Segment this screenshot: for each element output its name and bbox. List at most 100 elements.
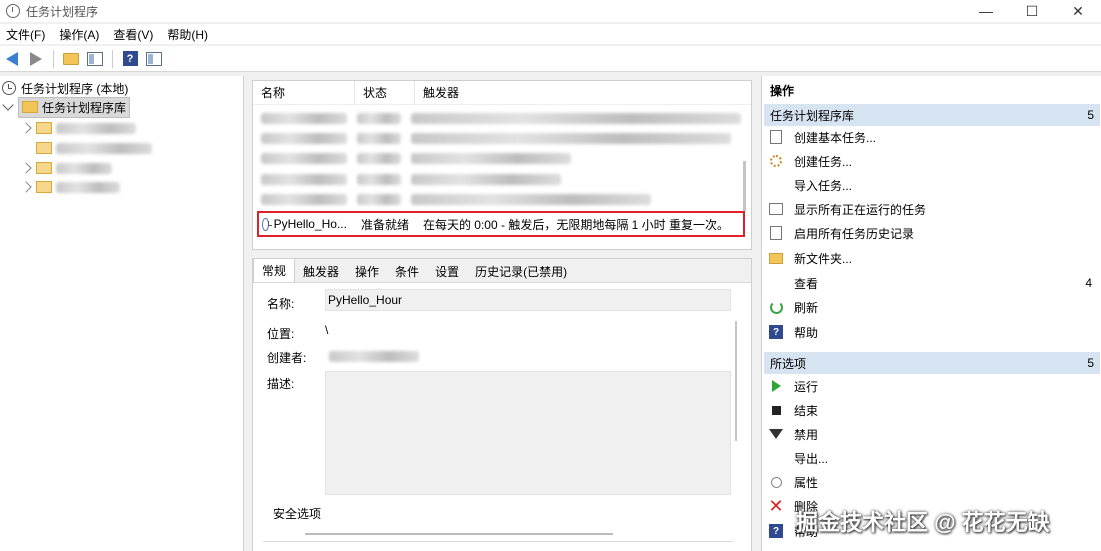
author-label: 创建者: <box>267 351 307 365</box>
tree-item-blurred[interactable] <box>18 118 136 138</box>
action-export[interactable]: 导出... <box>768 447 1098 469</box>
create-basic-task-icon <box>768 129 784 145</box>
maximize-button[interactable]: ☐ <box>1009 0 1055 22</box>
task-row-blurred[interactable] <box>261 153 571 165</box>
watermark: 掘金技术社区 @ 花花无缺 <box>796 510 1050 535</box>
tree-library-selected[interactable]: 任务计划程序库 <box>18 96 131 118</box>
section-selected-count: 5 <box>1087 356 1094 370</box>
action-disable[interactable]: 禁用 <box>768 423 1098 445</box>
column-trigger[interactable]: 触发器 <box>415 81 745 105</box>
action-view[interactable]: 查看 4 <box>768 272 1098 294</box>
action-label: 运行 <box>794 379 819 394</box>
tab-triggers[interactable]: 触发器 <box>295 260 347 282</box>
task-row-blurred[interactable] <box>261 133 731 145</box>
action-label: 帮助 <box>794 325 819 340</box>
task-row-blurred[interactable] <box>261 174 561 186</box>
show-action-pane-button[interactable] <box>144 49 164 69</box>
security-separator <box>263 541 733 542</box>
chevron-down-icon[interactable] <box>2 99 14 111</box>
column-name[interactable]: 名称 <box>253 80 355 105</box>
tab-conditions[interactable]: 条件 <box>387 260 427 282</box>
action-pane-icon <box>146 51 162 66</box>
action-new-folder[interactable]: 新文件夹... <box>768 247 1098 269</box>
view-submenu-arrow: 4 <box>1085 276 1092 290</box>
forward-button[interactable] <box>26 49 46 69</box>
action-label: 禁用 <box>794 427 819 442</box>
location-label: 位置: <box>267 327 295 341</box>
section-library-label: 任务计划程序库 <box>770 108 855 123</box>
actions-section-library[interactable]: 任务计划程序库 5 <box>764 104 1100 126</box>
help-icon: ? <box>122 51 138 66</box>
tab-settings[interactable]: 设置 <box>427 260 467 282</box>
properties-icon <box>768 474 784 490</box>
window-controls: — ☐ ✕ <box>963 0 1101 22</box>
chevron-right-icon[interactable] <box>20 162 32 174</box>
title-bar: 任务计划程序 — ☐ ✕ <box>0 0 1101 22</box>
help-icon: ? <box>768 523 784 539</box>
name-field[interactable]: PyHello_Hour <box>325 289 731 311</box>
action-label: 导入任务... <box>794 178 853 193</box>
task-row-pyhello[interactable]: PyHello_Ho... 准备就绪 在每天的 0:00 - 触发后，无限期地每… <box>257 211 745 237</box>
tree-item-blurred[interactable] <box>18 158 112 178</box>
tab-general[interactable]: 常规 <box>253 258 296 282</box>
menu-bar: 文件(F) 操作(A) 查看(V) 帮助(H) <box>0 24 1101 44</box>
action-label: 属性 <box>794 475 819 490</box>
blurred-cell <box>357 174 401 185</box>
menu-file[interactable]: 文件(F) <box>0 26 53 43</box>
toolbar-separator <box>112 49 113 68</box>
menu-view[interactable]: 查看(V) <box>107 26 161 43</box>
tree-library[interactable]: 任务计划程序库 <box>0 96 131 118</box>
blurred-cell <box>261 194 347 205</box>
clock-icon <box>2 81 16 95</box>
chevron-right-icon[interactable] <box>20 181 32 193</box>
blurred-label <box>56 142 152 154</box>
up-folder-button[interactable] <box>61 49 81 69</box>
action-help[interactable]: ? 帮助 <box>768 321 1098 343</box>
blank-icon <box>768 177 784 193</box>
show-hide-tree-button[interactable] <box>85 49 105 69</box>
folder-up-icon <box>63 52 79 65</box>
tree-item-blurred[interactable] <box>36 138 152 158</box>
close-button[interactable]: ✕ <box>1055 0 1101 22</box>
details-hscrollbar[interactable] <box>305 533 613 535</box>
action-import-task[interactable]: 导入任务... <box>768 174 1098 196</box>
action-properties[interactable]: 属性 <box>768 471 1098 493</box>
folder-icon <box>22 101 38 113</box>
action-create-basic-task[interactable]: 创建基本任务... <box>768 126 1098 148</box>
action-show-running[interactable]: 显示所有正在运行的任务 <box>768 198 1098 220</box>
tree-item-blurred[interactable] <box>18 177 120 197</box>
task-clock-icon <box>262 217 271 231</box>
minimize-button[interactable]: — <box>963 0 1009 22</box>
details-scrollbar[interactable] <box>735 321 737 441</box>
description-label: 描述: <box>267 377 295 391</box>
blurred-label <box>56 181 120 193</box>
create-task-icon <box>768 153 784 169</box>
window-title: 任务计划程序 <box>26 4 99 19</box>
chevron-right-icon[interactable] <box>20 122 32 134</box>
end-icon <box>768 402 784 418</box>
task-row-blurred[interactable] <box>261 113 741 125</box>
menu-action[interactable]: 操作(A) <box>53 26 107 43</box>
task-list-scrollbar[interactable] <box>743 161 746 211</box>
tab-actions[interactable]: 操作 <box>347 260 387 282</box>
tab-history[interactable]: 历史记录(已禁用) <box>467 260 575 282</box>
column-status[interactable]: 状态 <box>355 80 415 105</box>
action-label: 创建任务... <box>794 154 853 169</box>
action-create-task[interactable]: 创建任务... <box>768 150 1098 172</box>
action-refresh[interactable]: 刷新 <box>768 296 1098 318</box>
task-scheduler-app-icon <box>6 4 20 18</box>
action-run[interactable]: 运行 <box>768 375 1098 397</box>
actions-title: 操作 <box>770 84 795 98</box>
tree-root[interactable]: 任务计划程序 (本地) <box>2 78 128 98</box>
action-label: 刷新 <box>794 300 819 315</box>
action-end[interactable]: 结束 <box>768 399 1098 421</box>
refresh-icon <box>768 299 784 315</box>
description-field[interactable] <box>325 371 731 495</box>
menu-help[interactable]: 帮助(H) <box>161 26 216 43</box>
actions-section-selected[interactable]: 所选项 5 <box>764 352 1100 374</box>
action-enable-history[interactable]: 启用所有任务历史记录 <box>768 222 1098 244</box>
help-toolbar-button[interactable]: ? <box>120 49 140 69</box>
back-button[interactable] <box>2 49 22 69</box>
task-row-blurred[interactable] <box>261 194 651 206</box>
console-tree: 任务计划程序 (本地) 任务计划程序库 <box>0 76 244 551</box>
